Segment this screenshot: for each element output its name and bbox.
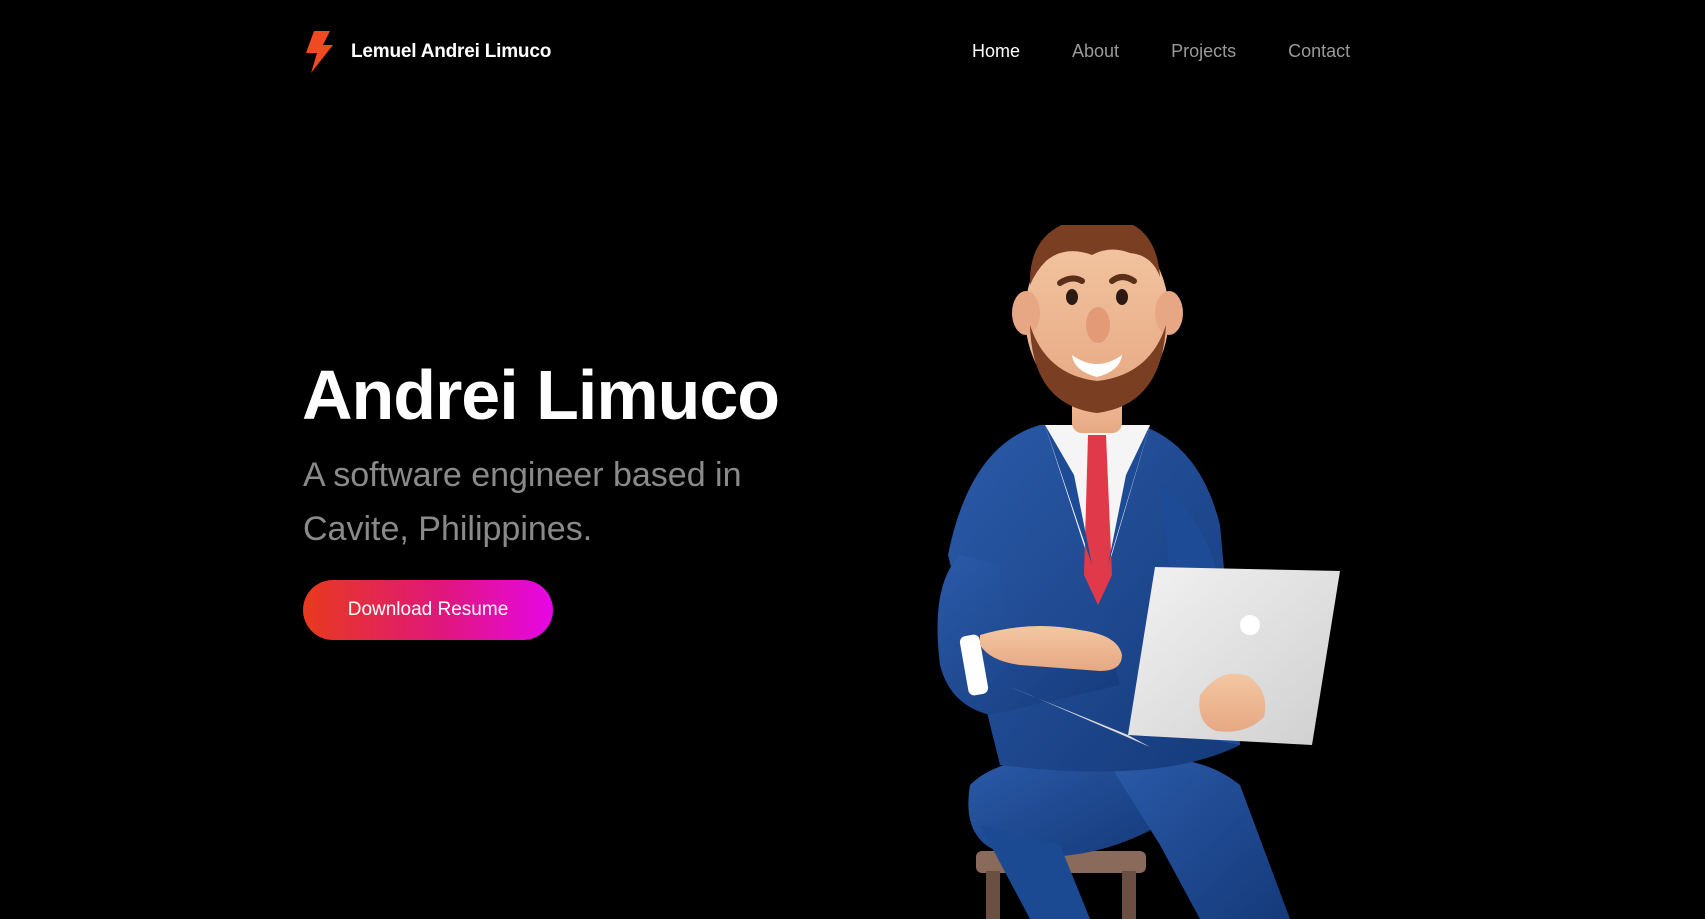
nav-projects[interactable]: Projects <box>1171 40 1236 62</box>
hero-subtitle: A software engineer based in Cavite, Phi… <box>303 456 742 548</box>
nav-contact[interactable]: Contact <box>1288 40 1350 62</box>
developer-illustration <box>937 225 1340 919</box>
download-resume-button[interactable]: Download Resume <box>303 580 553 640</box>
lightning-bolt-icon <box>306 31 333 73</box>
main-nav: Home About Projects Contact <box>972 40 1350 62</box>
hero-title: Andrei Limuco <box>302 356 780 434</box>
brand-name: Lemuel Andrei Limuco <box>351 41 552 62</box>
page: Lemuel Andrei Limuco Home About Projects… <box>0 0 1705 919</box>
nav-home[interactable]: Home <box>972 40 1020 62</box>
brand-link[interactable]: Lemuel Andrei Limuco <box>303 31 551 73</box>
nav-about[interactable]: About <box>1072 40 1119 62</box>
